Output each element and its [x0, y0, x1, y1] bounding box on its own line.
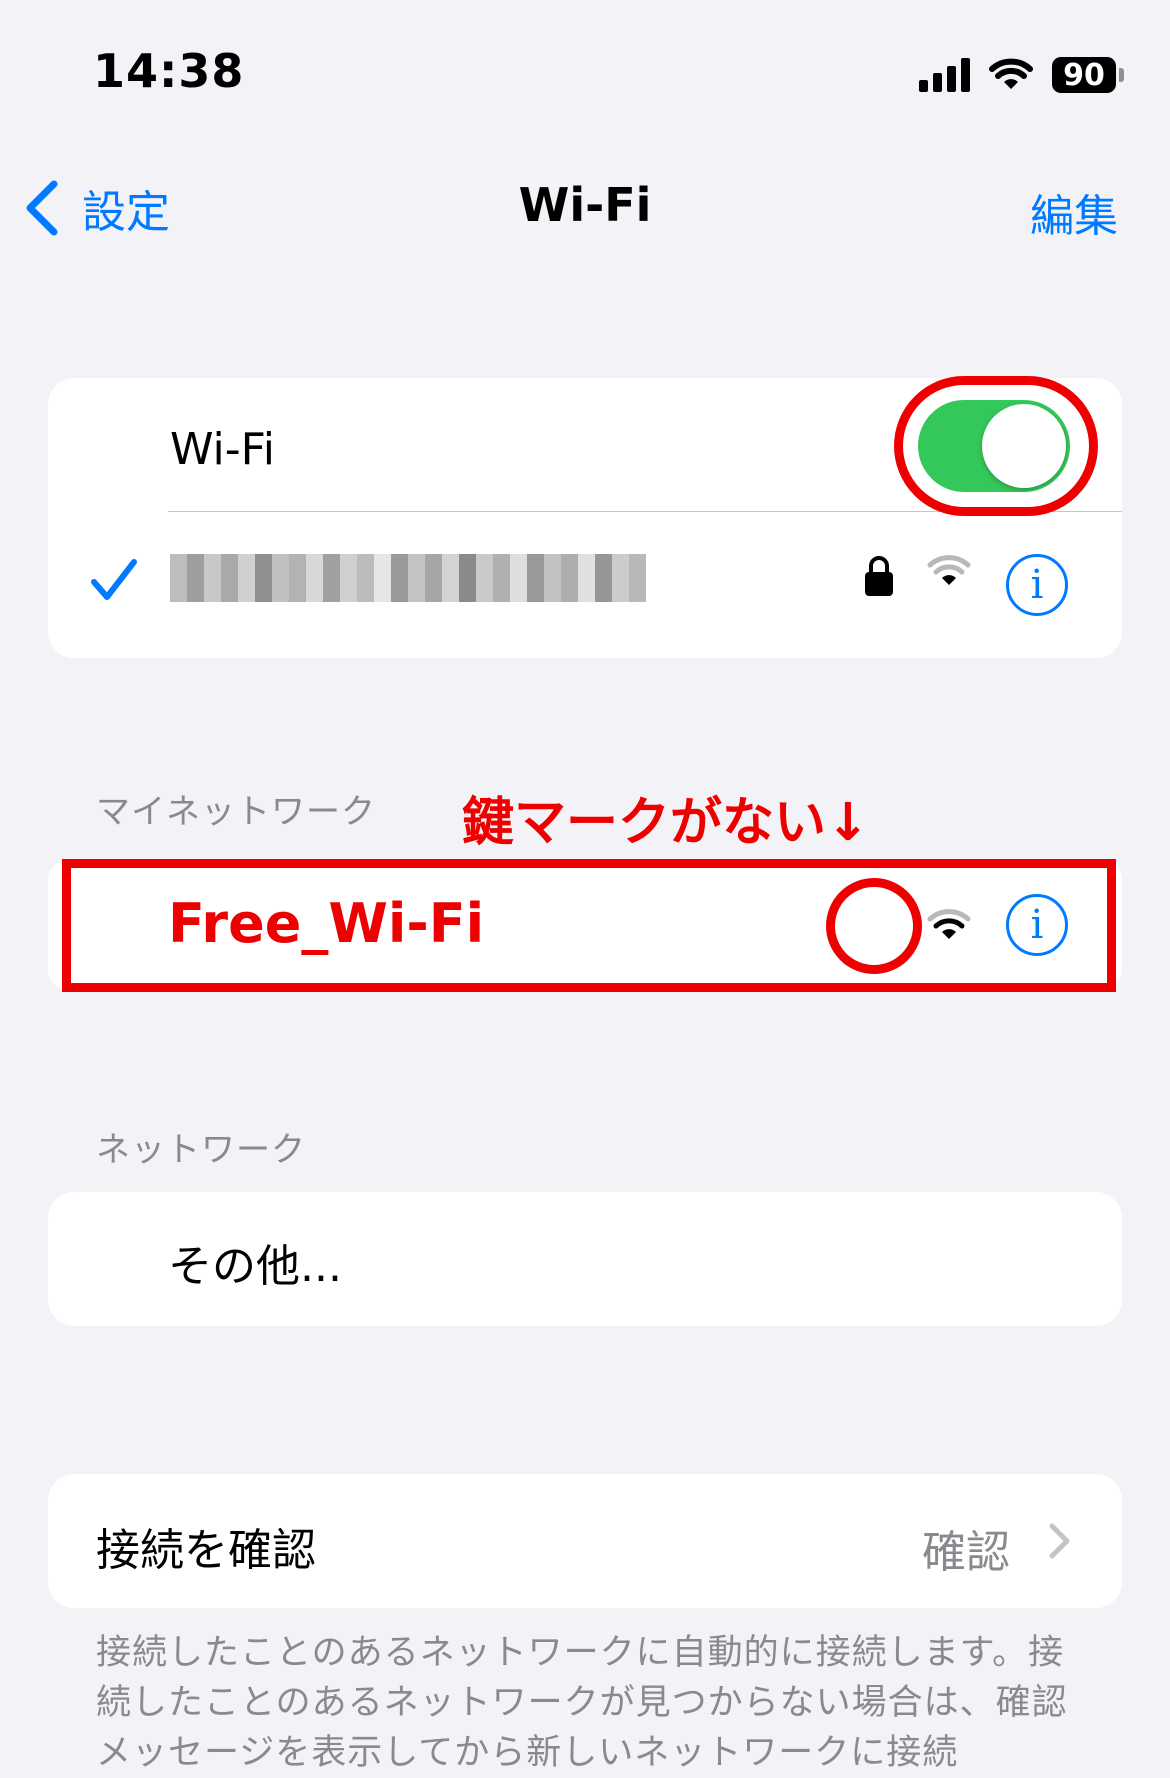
confirm-footer-text: 接続したことのあるネットワークに自動的に接続します。接続したことのあるネットワー…	[96, 1633, 1068, 1773]
my-networks-header: マイネットワーク	[96, 792, 376, 832]
info-icon[interactable]: i	[1006, 554, 1068, 616]
wifi-toggle-label: Wi-Fi	[170, 424, 275, 475]
annotation-no-lock-text: 鍵マークがない↓	[462, 793, 870, 853]
wifi-status-icon	[989, 58, 1033, 89]
connected-network-name-redacted	[170, 554, 646, 602]
chevron-right-icon	[1049, 1523, 1070, 1559]
page-title: Wi-Fi	[518, 178, 652, 232]
confirm-card: 接続を確認 確認	[48, 1474, 1122, 1608]
other-network-button[interactable]: その他...	[168, 1230, 342, 1294]
confirm-label: 接続を確認	[96, 1525, 316, 1576]
networks-header: ネットワーク	[96, 1130, 306, 1170]
status-time: 14:38	[93, 44, 245, 98]
status-icons: 90	[919, 52, 1124, 98]
connected-network-row[interactable]: i	[48, 512, 1122, 658]
annotation-missing-lock-circle	[826, 878, 922, 974]
confirm-value: 確認	[922, 1527, 1010, 1578]
annotation-toggle-highlight	[894, 376, 1098, 516]
confirm-join-row[interactable]: 接続を確認 確認	[48, 1474, 1122, 1608]
lock-icon	[865, 556, 893, 596]
wifi-signal-icon	[927, 555, 971, 585]
cellular-signal-icon	[919, 58, 970, 92]
battery-icon: 90	[1052, 57, 1124, 93]
networks-card: その他...	[48, 1192, 1122, 1326]
checkmark-icon	[91, 559, 137, 600]
edit-button[interactable]: 編集	[1030, 180, 1118, 244]
annotation-network-highlight	[62, 859, 1116, 992]
